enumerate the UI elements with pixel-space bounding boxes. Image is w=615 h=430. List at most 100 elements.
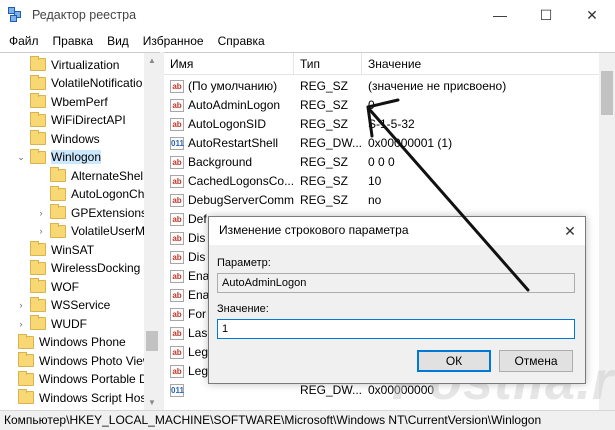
tree-item[interactable]: Windows Portable Devic <box>4 370 160 389</box>
value-type: REG_SZ <box>300 98 349 112</box>
column-value[interactable]: Значение <box>362 53 599 75</box>
tree-item-label: VolatileNotificatio <box>51 76 143 90</box>
string-value-icon: ab <box>170 308 184 321</box>
tree-item[interactable]: WbemPerf <box>16 92 108 111</box>
column-name[interactable]: Имя <box>164 53 294 75</box>
tree-item-label: AutoLogonCh <box>71 187 145 201</box>
tree-item[interactable]: Windows Script Host <box>4 388 150 407</box>
value-row[interactable]: ab Background REG_SZ 0 0 0 <box>164 153 615 172</box>
value-row[interactable]: ab AutoLogonSID REG_SZ S-1-5-32 <box>164 115 615 134</box>
value-name: AutoAdminLogon <box>188 98 281 112</box>
value-data: 10 <box>368 174 382 188</box>
value-name: DebugServerComm... <box>188 193 294 207</box>
maximize-button[interactable]: ☐ <box>523 0 569 30</box>
folder-icon <box>50 185 66 201</box>
value-row[interactable]: ab (По умолчанию) REG_SZ (значение не присв… <box>164 77 615 96</box>
scroll-up-icon[interactable]: ▲ <box>144 53 160 69</box>
value-name: Background <box>188 155 253 169</box>
tree-item-label: WiFiDirectAPI <box>51 113 126 127</box>
expand-icon[interactable]: › <box>16 319 26 329</box>
string-value-icon: ab <box>170 99 184 112</box>
menu-help[interactable]: Справка <box>211 34 272 48</box>
tree-item[interactable]: WiFiDirectAPI <box>16 111 126 130</box>
folder-icon <box>30 241 46 256</box>
value-data: (значение не присвоено) <box>368 79 507 93</box>
folder-icon <box>30 278 46 293</box>
string-value-icon: ab <box>170 156 184 169</box>
tree-item[interactable]: Windows Photo Viewer <box>4 351 160 370</box>
key-tree[interactable]: Virtualization VolatileNotificatio WbemPer… <box>0 52 160 410</box>
binary-value-icon: 011 <box>170 137 184 150</box>
folder-icon <box>50 222 66 238</box>
tree-item-label: WSService <box>51 298 111 312</box>
folder-icon <box>30 296 46 312</box>
cancel-button[interactable]: Отмена <box>499 350 573 372</box>
expand-icon[interactable]: › <box>36 226 46 236</box>
folder-icon <box>30 259 46 275</box>
tree-item-label: Windows Photo Viewer <box>39 353 160 368</box>
folder-icon <box>30 74 46 90</box>
tree-item-label: AlternateShel <box>71 168 144 183</box>
ok-button[interactable]: ОК <box>417 350 491 372</box>
minimize-button[interactable]: — <box>477 0 523 30</box>
folder-icon <box>50 167 66 182</box>
tree-item-label: WbemPerf <box>51 94 108 109</box>
folder-icon <box>30 130 46 145</box>
dialog-body: Параметр: AutoAdminLogon Значение: ОК От… <box>209 245 585 383</box>
menu-favorites[interactable]: Избранное <box>136 34 211 48</box>
tree-item[interactable]: WOF <box>16 277 79 296</box>
value-row[interactable]: ab AutoAdminLogon REG_SZ 0 <box>164 96 615 115</box>
tree-item-label: Winlogon <box>51 150 102 164</box>
value-row[interactable]: ab DebugServerComm... REG_SZ no <box>164 191 615 210</box>
value-name: CachedLogonsCo... <box>188 174 294 188</box>
expand-icon[interactable]: › <box>36 208 46 218</box>
tree-item[interactable]: › VolatileUserM <box>36 222 145 241</box>
folder-icon <box>18 389 34 404</box>
tree-item[interactable]: VolatileNotificatio <box>16 74 142 93</box>
tree-item[interactable]: › WSService <box>16 296 110 315</box>
tree-item[interactable]: › WUDF <box>16 314 87 333</box>
string-value-icon: ab <box>170 289 184 302</box>
string-value-icon: ab <box>170 327 184 340</box>
folder-icon <box>18 333 34 349</box>
column-header: Имя Тип Значение <box>164 53 615 75</box>
menu-bar: Файл Правка Вид Избранное Справка <box>0 30 615 52</box>
dialog-close-button[interactable]: ✕ <box>555 217 585 245</box>
value-input[interactable] <box>217 319 575 339</box>
menu-view[interactable]: Вид <box>100 34 136 48</box>
value-data: S-1-5-32 <box>368 117 415 131</box>
menu-file[interactable]: Файл <box>2 34 46 48</box>
window-title: Редактор реестра <box>32 8 137 22</box>
tree-item[interactable]: AutoLogonCh <box>36 185 144 204</box>
string-value-icon: ab <box>170 251 184 264</box>
tree-item[interactable]: › GPExtensions <box>36 203 147 222</box>
tree-item[interactable]: Windows Phone <box>4 333 126 352</box>
string-value-icon: ab <box>170 213 184 226</box>
value-type: REG_SZ <box>300 193 349 207</box>
menu-edit[interactable]: Правка <box>46 34 101 48</box>
tree-item[interactable]: WirelessDocking <box>16 259 140 278</box>
tree-item[interactable]: AlternateShel <box>36 166 143 185</box>
value-type: REG_SZ <box>300 117 349 131</box>
folder-icon <box>30 93 46 108</box>
dialog-title-bar: Изменение строкового параметра ✕ <box>209 217 585 245</box>
expand-icon[interactable]: › <box>16 300 26 310</box>
scrollbar-thumb[interactable] <box>146 331 158 351</box>
value-type: REG_SZ <box>300 174 349 188</box>
tree-scrollbar[interactable]: ▲ ▼ <box>144 53 160 410</box>
value-data: no <box>368 193 382 207</box>
tree-item[interactable]: ⌄ Winlogon <box>16 148 102 167</box>
collapse-icon[interactable]: ⌄ <box>16 152 26 163</box>
string-value-icon: ab <box>170 365 184 378</box>
scroll-down-icon[interactable]: ▼ <box>144 395 160 410</box>
column-type[interactable]: Тип <box>294 53 362 75</box>
tree-item[interactable]: WinSAT <box>16 240 94 259</box>
registry-editor-icon <box>8 7 24 23</box>
status-bar-path: Компьютер\HKEY_LOCAL_MACHINE\SOFTWARE\Mi… <box>0 410 615 430</box>
value-row[interactable]: ab CachedLogonsCo... REG_SZ 10 <box>164 172 615 191</box>
close-button[interactable]: ✕ <box>569 0 615 30</box>
value-row[interactable]: 011 AutoRestartShell REG_DW... 0x00000001 (… <box>164 134 615 153</box>
tree-item[interactable]: Virtualization <box>16 55 119 74</box>
tree-item[interactable]: Windows <box>16 129 100 148</box>
binary-value-icon: 011 <box>170 384 184 397</box>
